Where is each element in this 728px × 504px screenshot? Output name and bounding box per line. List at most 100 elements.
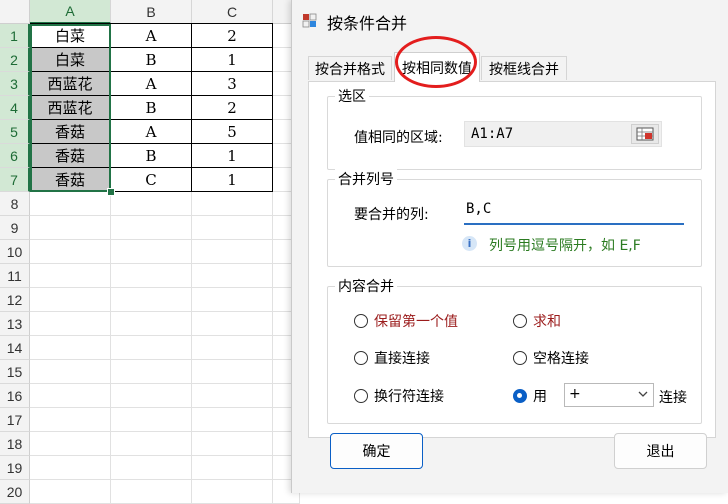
row-header[interactable]: 17 [0,408,30,432]
table-cell[interactable] [111,192,192,216]
radio-keep-first[interactable]: 保留第一个值 [354,311,458,331]
fill-handle[interactable] [107,188,115,196]
radio-space-concat-circle[interactable] [513,351,527,365]
table-cell[interactable] [192,288,273,312]
table-cell[interactable] [192,432,273,456]
table-cell[interactable]: 2 [192,24,273,48]
table-cell[interactable] [192,336,273,360]
row-header[interactable]: 19 [0,456,30,480]
table-cell[interactable] [30,408,111,432]
table-cell[interactable]: A [111,120,192,144]
table-cell[interactable] [111,288,192,312]
radio-newline-concat-circle[interactable] [354,389,368,403]
table-cell[interactable] [30,240,111,264]
row-header[interactable]: 13 [0,312,30,336]
table-cell[interactable]: A [111,72,192,96]
column-header-a[interactable]: A [30,0,111,24]
table-cell[interactable] [111,456,192,480]
radio-keep-first-circle[interactable] [354,314,368,328]
table-cell[interactable] [30,360,111,384]
table-cell[interactable] [111,216,192,240]
row-header[interactable]: 5 [0,120,30,144]
table-cell[interactable] [192,480,273,504]
table-cell[interactable] [30,336,111,360]
row-header[interactable]: 6 [0,144,30,168]
row-header[interactable]: 7 [0,168,30,192]
table-cell[interactable] [192,360,273,384]
table-cell[interactable]: 白菜 [30,24,111,48]
tab-by-border[interactable]: 按框线合并 [481,56,567,80]
radio-space-concat[interactable]: 空格连接 [513,348,589,368]
table-cell[interactable]: 白菜 [30,48,111,72]
table-cell[interactable] [192,384,273,408]
row-header[interactable]: 14 [0,336,30,360]
table-cell[interactable]: 5 [192,120,273,144]
separator-combo[interactable]: + [564,383,654,407]
tab-by-same-value[interactable]: 按相同数值 [394,52,480,82]
table-cell[interactable]: 3 [192,72,273,96]
table-cell[interactable]: C [111,168,192,192]
table-cell[interactable]: 1 [192,168,273,192]
table-cell[interactable]: 西蓝花 [30,72,111,96]
row-header[interactable]: 3 [0,72,30,96]
table-cell[interactable] [192,216,273,240]
table-cell[interactable] [111,432,192,456]
table-cell[interactable]: 1 [192,48,273,72]
range-field[interactable]: A1:A7 [464,121,662,147]
row-header[interactable]: 10 [0,240,30,264]
row-header[interactable]: 15 [0,360,30,384]
table-cell[interactable]: A [111,24,192,48]
row-header[interactable]: 2 [0,48,30,72]
column-header-c[interactable]: C [192,0,273,24]
table-cell[interactable] [192,456,273,480]
table-cell[interactable] [30,288,111,312]
table-cell[interactable]: B [111,144,192,168]
table-cell[interactable] [30,384,111,408]
table-cell[interactable]: 香菇 [30,168,111,192]
table-cell[interactable] [192,312,273,336]
row-header[interactable]: 11 [0,264,30,288]
table-cell[interactable] [111,360,192,384]
row-header[interactable]: 8 [0,192,30,216]
table-cell[interactable] [192,408,273,432]
table-cell[interactable] [111,240,192,264]
table-cell[interactable] [30,312,111,336]
tab-by-merge-format[interactable]: 按合并格式 [308,56,392,80]
row-header[interactable]: 16 [0,384,30,408]
table-cell[interactable] [30,456,111,480]
table-cell[interactable] [30,264,111,288]
row-header[interactable]: 12 [0,288,30,312]
table-cell[interactable]: 西蓝花 [30,96,111,120]
radio-sum-circle[interactable] [513,314,527,328]
column-header-b[interactable]: B [111,0,192,24]
table-cell[interactable] [111,480,192,504]
row-header[interactable]: 20 [0,480,30,504]
table-cell[interactable] [192,192,273,216]
table-cell[interactable] [111,384,192,408]
radio-direct-concat[interactable]: 直接连接 [354,348,430,368]
range-picker-button[interactable] [631,124,659,144]
columns-input[interactable]: B,C [464,199,684,225]
table-cell[interactable]: B [111,48,192,72]
table-cell[interactable]: 香菇 [30,144,111,168]
table-cell[interactable] [30,432,111,456]
table-cell[interactable] [30,192,111,216]
row-header[interactable]: 9 [0,216,30,240]
table-cell[interactable]: B [111,96,192,120]
table-cell[interactable] [30,216,111,240]
row-header[interactable]: 4 [0,96,30,120]
table-cell[interactable] [111,408,192,432]
ok-button[interactable]: 确定 [330,433,423,469]
table-cell[interactable] [192,264,273,288]
row-header[interactable]: 1 [0,24,30,48]
table-cell[interactable] [111,336,192,360]
table-cell[interactable] [192,240,273,264]
table-cell[interactable]: 香菇 [30,120,111,144]
table-cell[interactable]: 1 [192,144,273,168]
select-all-corner[interactable] [0,0,30,24]
radio-use-separator[interactable]: 用 [513,386,547,406]
radio-direct-concat-circle[interactable] [354,351,368,365]
table-cell[interactable]: 2 [192,96,273,120]
exit-button[interactable]: 退出 [614,433,707,469]
table-cell[interactable] [111,264,192,288]
